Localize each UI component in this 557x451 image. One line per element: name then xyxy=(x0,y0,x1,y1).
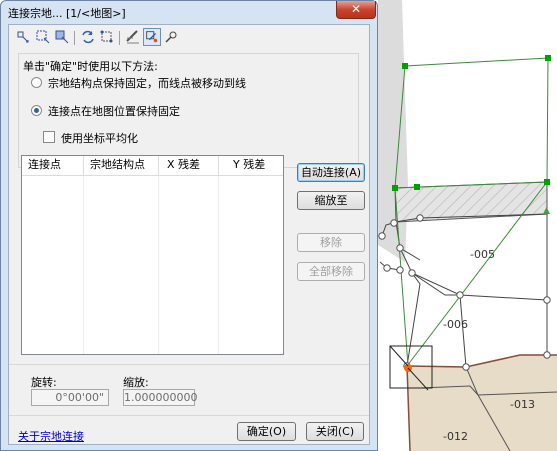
dialog-title: 连接宗地... [1/<地图>] xyxy=(8,7,126,20)
add-line-icon[interactable] xyxy=(53,28,71,46)
title-bar[interactable]: 连接宗地... [1/<地图>] ✕ xyxy=(1,1,377,23)
column-header-y-residual[interactable]: Y 残差 xyxy=(219,156,283,176)
parcel-label-013: -013 xyxy=(510,398,535,411)
section-divider xyxy=(9,415,369,416)
method-group: 单击"确定"时使用以下方法: 宗地结构点保持固定，而线点被移动到线 连接点在地图… xyxy=(18,53,359,168)
coordinate-averaging-label[interactable]: 使用坐标平均化 xyxy=(61,130,138,146)
zoom-to-button[interactable]: 缩放至 xyxy=(297,191,365,210)
remove-button[interactable]: 移除 xyxy=(297,233,365,252)
auto-connect-button[interactable]: 自动连接(A) xyxy=(297,163,365,182)
parcel-label-005: -005 xyxy=(470,248,495,261)
parcel-label-012: -012 xyxy=(443,430,468,443)
rotation-label: 旋转: xyxy=(31,376,57,389)
column-header-x-residual[interactable]: X 残差 xyxy=(159,156,219,176)
column-divider xyxy=(158,176,159,354)
connection-table[interactable]: 连接点 宗地结构点 X 残差 Y 残差 xyxy=(21,155,284,355)
method-instruction: 单击"确定"时使用以下方法: xyxy=(23,60,158,73)
refresh-icon[interactable] xyxy=(79,28,97,46)
dialog-client-area: 单击"确定"时使用以下方法: 宗地结构点保持固定，而线点被移动到线 连接点在地图… xyxy=(8,24,370,445)
window-close-button[interactable]: ✕ xyxy=(336,1,376,19)
column-header-link-point[interactable]: 连接点 xyxy=(22,156,84,176)
toolbar-separator xyxy=(119,31,120,45)
close-button[interactable]: 关闭(C) xyxy=(306,422,364,441)
add-point-icon[interactable] xyxy=(15,28,33,46)
radio-fixed-map-position[interactable] xyxy=(31,105,42,116)
help-link[interactable]: 关于宗地连接 xyxy=(18,428,84,444)
radio-fixed-map-position-label[interactable]: 连接点在地图位置保持固定 xyxy=(48,103,180,119)
coordinate-averaging-checkbox[interactable] xyxy=(43,131,55,143)
select-icon[interactable] xyxy=(98,28,116,46)
move-icon[interactable] xyxy=(162,28,180,46)
radio-fixed-structure-label[interactable]: 宗地结构点保持固定，而线点被移动到线 xyxy=(48,75,246,91)
rotation-field: 0°00'00" xyxy=(31,389,109,406)
parcel-label-006: -006 xyxy=(443,318,468,331)
radio-fixed-structure[interactable] xyxy=(31,77,42,88)
add-area-icon[interactable] xyxy=(34,28,52,46)
section-divider xyxy=(9,364,369,365)
ok-button[interactable]: 确定(O) xyxy=(237,422,296,441)
remove-all-button[interactable]: 全部移除 xyxy=(297,262,365,281)
column-divider xyxy=(218,176,219,354)
scale-field: 1.000000000 xyxy=(123,389,198,406)
toolbar-separator xyxy=(74,31,75,45)
connect-parcel-dialog: 连接宗地... [1/<地图>] ✕ 单击"确定"时使用以下方法: 宗地结构点保… xyxy=(0,0,378,451)
edit-icon[interactable] xyxy=(124,28,142,46)
map-connect-icon[interactable] xyxy=(143,28,161,46)
column-header-structure-point[interactable]: 宗地结构点 xyxy=(84,156,159,176)
column-divider xyxy=(83,176,84,354)
scale-label: 缩放: xyxy=(123,376,149,389)
